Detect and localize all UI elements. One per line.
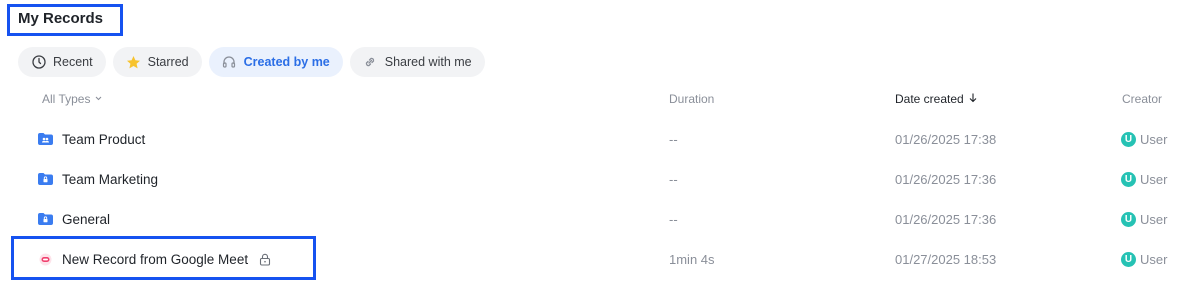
row-date: 01/26/2025 17:38 <box>895 131 997 147</box>
tab-starred-label: Starred <box>147 55 189 69</box>
table-row[interactable]: General -- 01/26/2025 17:36 U User <box>0 199 1204 239</box>
duration-column-header[interactable]: Duration <box>669 92 714 106</box>
sort-down-arrow-icon <box>968 92 978 106</box>
row-creator-label: User <box>1140 171 1168 187</box>
row-name-label: Team Marketing <box>62 171 159 187</box>
row-creator: U User <box>1121 119 1167 159</box>
type-filter-label: All Types <box>42 92 91 106</box>
type-filter-dropdown[interactable]: All Types <box>42 92 103 106</box>
row-date: 01/26/2025 17:36 <box>895 171 997 187</box>
chevron-down-icon <box>94 92 103 106</box>
row-date: 01/26/2025 17:36 <box>895 211 997 227</box>
row-duration: -- <box>669 131 678 147</box>
lock-folder-icon <box>38 213 53 225</box>
tab-recent[interactable]: Recent <box>18 47 106 77</box>
row-name[interactable]: Team Product <box>38 119 145 159</box>
row-creator: U User <box>1121 239 1167 279</box>
star-icon <box>126 55 141 70</box>
row-name[interactable]: General <box>38 199 110 239</box>
table-row[interactable]: Team Marketing -- 01/26/2025 17:36 U Use… <box>0 159 1204 199</box>
creator-header-label: Creator <box>1122 92 1163 106</box>
date-created-header-label: Date created <box>895 92 964 106</box>
row-creator: U User <box>1121 159 1167 199</box>
filter-tabs: Recent Starred Created by me Shared with… <box>18 47 485 77</box>
headphones-icon <box>222 55 237 70</box>
tab-created-by-me[interactable]: Created by me <box>208 47 343 77</box>
avatar: U <box>1121 251 1136 267</box>
creator-column-header[interactable]: Creator <box>1122 92 1162 106</box>
avatar: U <box>1121 171 1136 187</box>
avatar: U <box>1121 131 1136 147</box>
tab-recent-label: Recent <box>53 55 93 69</box>
tab-starred[interactable]: Starred <box>112 47 202 77</box>
tab-shared-with-me[interactable]: Shared with me <box>349 47 485 77</box>
table-header: All Types Duration Date created Creator <box>0 92 1204 108</box>
row-name[interactable]: Team Marketing <box>38 159 158 199</box>
duration-header-label: Duration <box>669 92 715 106</box>
row-name-label: Team Product <box>62 131 146 147</box>
tab-shared-with-me-label: Shared with me <box>384 55 472 69</box>
tab-created-by-me-label: Created by me <box>243 55 330 69</box>
date-created-column-header[interactable]: Date created <box>895 92 978 106</box>
page-title: My Records <box>18 10 104 27</box>
team-folder-icon <box>38 133 53 145</box>
row-creator-label: User <box>1140 251 1168 267</box>
link-icon <box>363 55 378 70</box>
clock-icon <box>31 55 46 70</box>
row-name-label: General <box>62 211 111 227</box>
row-creator-label: User <box>1140 131 1168 147</box>
lock-folder-icon <box>38 173 53 185</box>
avatar: U <box>1121 211 1136 227</box>
row-duration: -- <box>669 171 678 187</box>
row-date: 01/27/2025 18:53 <box>895 251 997 267</box>
row-creator-label: User <box>1140 211 1168 227</box>
table-row[interactable]: Team Product -- 01/26/2025 17:38 U User <box>0 119 1204 159</box>
row-duration: 1min 4s <box>669 251 715 267</box>
row-duration: -- <box>669 211 678 227</box>
row-creator: U User <box>1121 199 1167 239</box>
record-highlight-box <box>11 236 316 280</box>
